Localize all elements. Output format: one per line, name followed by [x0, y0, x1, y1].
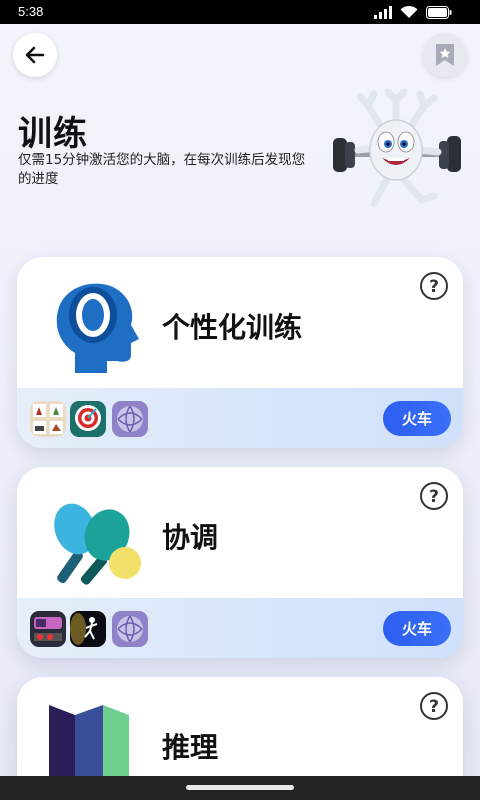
train-button[interactable]: 火车	[383, 401, 451, 436]
yarn-ball-thumb-icon[interactable]	[112, 611, 148, 647]
signal-icon	[374, 5, 392, 19]
help-icon[interactable]: ?	[419, 271, 449, 301]
svg-text:?: ?	[429, 277, 439, 297]
page-subtitle: 仅需15分钟激活您的大脑，在每次训练后发现您的进度	[18, 152, 306, 187]
ping-pong-paddles-icon	[54, 503, 141, 585]
help-icon[interactable]: ?	[419, 481, 449, 511]
target-darts-thumb-icon[interactable]	[70, 401, 106, 437]
bookmark-button[interactable]	[423, 33, 467, 77]
status-bar: 5:38	[0, 0, 480, 24]
card-title: 协调	[162, 521, 219, 554]
status-icons	[374, 5, 452, 19]
head-silhouette-icon	[56, 283, 140, 373]
wifi-icon	[400, 5, 418, 18]
card-title: 推理	[162, 731, 219, 764]
page-title: 训练	[18, 114, 88, 154]
navigation-bar	[0, 776, 480, 800]
yarn-ball-thumb-icon[interactable]	[112, 401, 148, 437]
arcade-machine-thumb-icon[interactable]	[30, 611, 66, 647]
coordination-card[interactable]: ? 协调 火车	[17, 467, 463, 658]
home-indicator[interactable]	[186, 785, 294, 790]
bookmark-star-icon	[436, 44, 454, 66]
card-title: 个性化训练	[162, 311, 303, 344]
brain-cell-mascot-icon	[333, 88, 461, 208]
arrow-left-icon	[25, 46, 45, 64]
svg-text:?: ?	[429, 697, 439, 717]
status-time: 5:38	[18, 4, 44, 19]
runner-night-thumb-icon[interactable]	[70, 611, 106, 647]
svg-text:?: ?	[429, 487, 439, 507]
personalized-training-card[interactable]: ? 个性化训练 火车	[17, 257, 463, 448]
animals-matching-thumb-icon[interactable]	[30, 401, 66, 437]
battery-icon	[426, 5, 452, 19]
card-footer: 火车	[17, 388, 463, 448]
train-button[interactable]: 火车	[383, 611, 451, 646]
card-footer: 火车	[17, 598, 463, 658]
help-icon[interactable]: ?	[419, 691, 449, 721]
back-button[interactable]	[13, 33, 57, 77]
